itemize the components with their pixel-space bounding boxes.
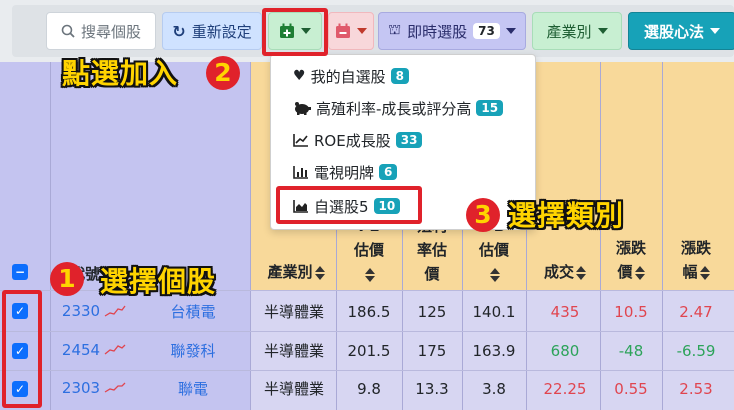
pct-cell: 2.53 (679, 380, 713, 398)
select-all-checkbox[interactable]: − (12, 264, 28, 280)
calendar-minus-icon (336, 23, 350, 38)
count-badge: 33 (395, 132, 423, 148)
count-badge: 6 (379, 164, 398, 180)
spy-icon: ⛫ (388, 22, 402, 38)
chevron-down-icon (505, 28, 516, 34)
table-row[interactable]: ✓ 2454 聯發科 半導體業 201.5 175 163.9 680 -48 … (0, 332, 734, 371)
change-header-bottom: 價 (617, 263, 633, 281)
pct-header[interactable]: 漲跌 幅 (662, 236, 730, 284)
sort-icon[interactable] (634, 265, 645, 280)
sort-icon[interactable] (699, 265, 710, 280)
live-pick-button[interactable]: ⛫ 即時選股 73 (378, 12, 526, 50)
header-left-band (0, 62, 250, 290)
est2-header-bottom: 價 (424, 265, 440, 283)
change-header-top: 漲跌 (615, 239, 646, 257)
count-badge: 8 (390, 68, 409, 84)
industry-label: 產業別 (546, 22, 592, 41)
est3-header-bottom: 估價 (478, 241, 509, 259)
industry-header[interactable]: 產業別 (256, 260, 336, 284)
heart-icon: ♥ (293, 68, 306, 84)
highlight-row-checkboxes (2, 290, 42, 408)
search-stock-button[interactable]: 搜尋個股 (46, 12, 156, 50)
strategy-label: 選股心法 (643, 22, 704, 41)
dropdown-item-label: 高殖利率-成長或評分高 (316, 99, 472, 118)
dropdown-item-tv-picks[interactable]: 電視明牌 6 (293, 159, 398, 185)
dropdown-item-roe-growth[interactable]: ROE成長股 33 (293, 127, 423, 153)
bar-chart-icon (293, 166, 308, 179)
industry-header-label: 產業別 (267, 263, 313, 281)
step1-badge: 1 (50, 262, 84, 296)
refresh-icon: ↻ (172, 21, 186, 41)
chevron-down-icon (597, 28, 608, 34)
step2-badge: 2 (206, 56, 240, 90)
remove-from-list-button[interactable] (328, 12, 374, 50)
est3-cell: 3.8 (482, 380, 506, 398)
volume-cell: 435 (550, 303, 580, 321)
pct-header-bottom: 幅 (682, 263, 698, 281)
dropdown-item-my-watchlist[interactable]: ♥ 我的自選股 8 (293, 63, 409, 89)
step3-badge: 3 (466, 198, 500, 232)
dropdown-item-high-yield[interactable]: 高殖利率-成長或評分高 15 (293, 95, 504, 121)
industry-cell: 半導體業 (263, 342, 324, 360)
volume-header[interactable]: 成交 (530, 260, 600, 284)
trend-sparkline (104, 344, 126, 355)
change-cell: 0.55 (614, 380, 648, 398)
chevron-down-icon (710, 28, 720, 34)
est1-cell: 201.5 (347, 342, 391, 360)
change-cell: -48 (618, 342, 644, 360)
est1-header-bottom: 估價 (353, 241, 384, 259)
dropdown-item-label: 電視明牌 (314, 163, 375, 182)
dropdown-item-label: 我的自選股 (310, 67, 386, 86)
stock-code[interactable]: 2303 (60, 378, 102, 398)
step3-annotation-text: 選擇類別 (508, 199, 625, 232)
sort-icon[interactable] (490, 267, 500, 282)
stock-name[interactable]: 聯電 (160, 379, 226, 399)
stock-code[interactable]: 2330 (60, 301, 102, 321)
volume-cell: 680 (550, 342, 580, 360)
est3-cell: 163.9 (472, 342, 516, 360)
table-row[interactable]: ✓ 2303 聯電 半導體業 9.8 13.3 3.8 22.25 0.55 2… (0, 371, 734, 410)
industry-cell: 半導體業 (263, 380, 324, 398)
volume-header-label: 成交 (543, 263, 574, 281)
live-pick-label: 即時選股 (407, 22, 468, 41)
pct-cell: -6.59 (676, 342, 716, 360)
change-header[interactable]: 漲跌 價 (600, 236, 662, 284)
est2-cell: 13.3 (415, 380, 449, 398)
est1-cell: 186.5 (347, 303, 391, 321)
sort-icon[interactable] (576, 265, 586, 280)
industry-button[interactable]: 產業別 (532, 12, 622, 50)
est1-cell: 9.8 (357, 380, 381, 398)
est3-cell: 140.1 (472, 303, 516, 321)
sort-icon[interactable] (314, 265, 325, 280)
reset-button[interactable]: ↻ 重新設定 (162, 12, 262, 50)
est2-cell: 125 (417, 303, 447, 321)
trend-sparkline (104, 382, 126, 393)
highlight-add-button (262, 8, 328, 56)
line-chart-icon (293, 134, 308, 147)
dropdown-item-label: ROE成長股 (314, 131, 391, 150)
highlight-watchlist-5 (276, 186, 422, 224)
sort-icon[interactable] (365, 267, 375, 282)
change-cell: 10.5 (614, 303, 648, 321)
search-stock-label: 搜尋個股 (80, 22, 141, 41)
trend-sparkline (104, 305, 126, 317)
industry-cell: 半導體業 (263, 303, 324, 321)
pct-header-top: 漲跌 (680, 239, 711, 257)
live-pick-count-badge: 73 (473, 23, 500, 39)
step2-annotation-text: 點選加入 (62, 57, 179, 90)
reset-label: 重新設定 (191, 22, 252, 41)
pct-cell: 2.47 (679, 303, 713, 321)
chevron-down-icon (357, 28, 367, 34)
stock-code[interactable]: 2454 (60, 340, 102, 360)
step1-annotation-text: 選擇個股 (100, 265, 217, 298)
search-icon (61, 24, 75, 38)
strategy-button[interactable]: 選股心法 (628, 12, 734, 50)
piggy-bank-icon (295, 102, 311, 115)
count-badge: 15 (476, 100, 504, 116)
est2-cell: 175 (417, 342, 447, 360)
stock-name[interactable]: 聯發科 (160, 341, 226, 361)
stock-name[interactable]: 台積電 (160, 302, 226, 322)
est2-header-mid: 率估 (416, 241, 447, 259)
volume-cell: 22.25 (543, 380, 587, 398)
